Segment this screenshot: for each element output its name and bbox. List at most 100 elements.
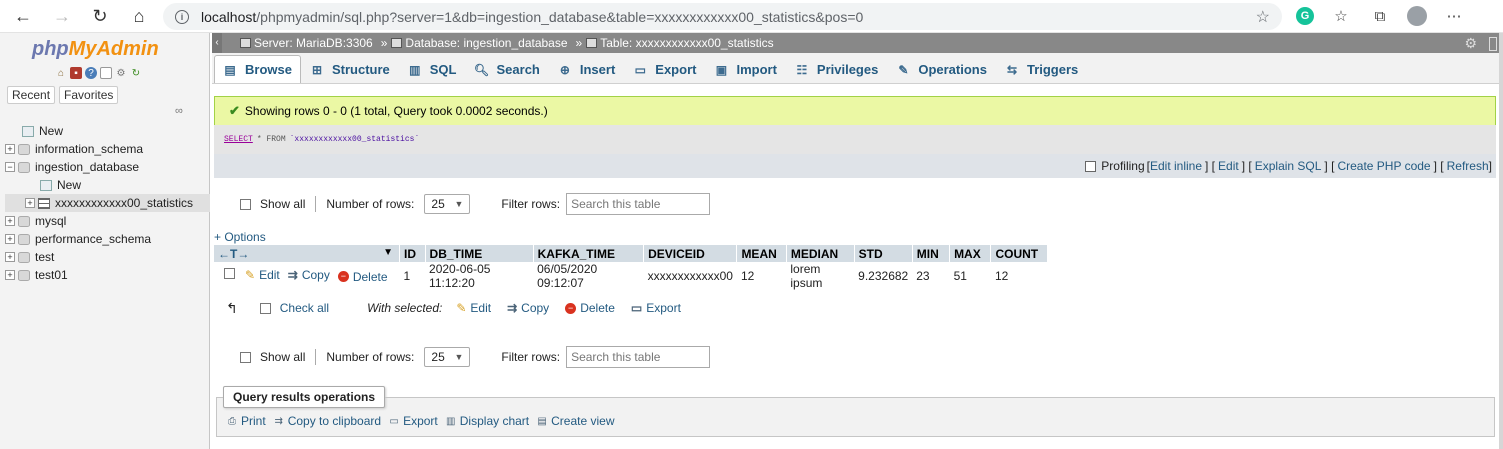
selected-copy-button[interactable]: ⇉ Copy — [507, 301, 549, 315]
tab-structure[interactable]: ⊞ Structure — [301, 55, 399, 83]
copy-to-clipboard-link[interactable]: ⇉ Copy to clipboard — [273, 414, 381, 428]
profiling-checkbox[interactable]: Profiling — [1085, 159, 1145, 173]
tree-item-mysql[interactable]: + mysql — [5, 212, 210, 230]
cell-mean[interactable]: 12 — [737, 262, 786, 290]
cell-deviceid[interactable]: xxxxxxxxxxxx00 — [644, 262, 737, 290]
cell-max[interactable]: 51 — [950, 262, 991, 290]
settings-icon[interactable]: ⚙ — [1464, 35, 1477, 52]
cell-db-time[interactable]: 2020-06-05 11:12:20 — [425, 262, 533, 290]
column-header-max[interactable]: MAX — [949, 245, 992, 262]
edit-inline-link[interactable]: Edit inline — [1150, 159, 1202, 173]
column-header-min[interactable]: MIN — [912, 245, 951, 262]
cell-median[interactable]: lorem ipsum — [786, 262, 854, 290]
selected-delete-button[interactable]: − Delete — [565, 301, 615, 315]
row-delete-button[interactable]: − Delete — [337, 270, 388, 284]
collections-icon[interactable]: ⧉ — [1368, 4, 1392, 28]
sql-query-box[interactable]: SELECT * FROM `xxxxxxxxxxxx00_statistics… — [214, 125, 1496, 154]
sort-menu-icon[interactable]: ▼ — [383, 247, 393, 258]
check-all-checkbox[interactable] — [259, 302, 271, 314]
tree-item-test01[interactable]: + test01 — [5, 266, 210, 284]
reload-icon[interactable]: ↻ — [87, 3, 113, 29]
column-header-deviceid[interactable]: DEVICEID — [643, 245, 738, 262]
column-header-std[interactable]: STD — [854, 245, 913, 262]
breadcrumb-server[interactable]: Server: MariaDB:3306 — [240, 36, 373, 50]
tree-item-performance-schema[interactable]: + performance_schema — [5, 230, 210, 248]
favorites-icon[interactable]: ☆ — [1329, 4, 1353, 28]
show-all-checkbox[interactable] — [240, 351, 251, 363]
cell-id[interactable]: 1 — [400, 262, 426, 290]
expand-icon[interactable]: + — [5, 270, 15, 280]
tab-triggers[interactable]: ⇆ Triggers — [996, 55, 1087, 83]
tree-item-ingestion-database[interactable]: − ingestion_database — [5, 158, 210, 176]
display-chart-link[interactable]: ▥ Display chart — [445, 414, 529, 428]
home-icon[interactable]: ⌂ — [55, 67, 67, 79]
link-with-main-icon[interactable]: ∞ — [175, 105, 183, 117]
options-link[interactable]: + Options — [214, 230, 266, 244]
column-header-kafka-time[interactable]: KAFKA_TIME — [533, 245, 645, 262]
phpmyadmin-logo[interactable]: phpMyAdmin — [32, 38, 159, 61]
show-all-checkbox[interactable] — [240, 198, 251, 210]
selected-edit-button[interactable]: ✎ Edit — [456, 301, 491, 315]
refresh-link[interactable]: Refresh — [1447, 159, 1489, 173]
forward-icon[interactable]: → — [49, 3, 75, 29]
tree-item-new[interactable]: New — [5, 122, 210, 140]
tree-item-statistics-table[interactable]: + xxxxxxxxxxxx00_statistics — [5, 194, 210, 212]
tab-recent[interactable]: Recent — [7, 86, 56, 104]
more-menu-icon[interactable]: ⋯ — [1442, 4, 1466, 28]
export-link[interactable]: ▭ Export — [388, 414, 437, 428]
cell-kafka-time[interactable]: 06/05/2020 09:12:07 — [533, 262, 643, 290]
edit-link[interactable]: Edit — [1218, 159, 1239, 173]
filter-rows-input[interactable]: Search this table — [566, 193, 711, 215]
help-icon[interactable]: ? — [85, 67, 97, 79]
breadcrumb-table[interactable]: Table: xxxxxxxxxxxx00_statistics — [586, 36, 774, 50]
print-link[interactable]: ⎙ Print — [226, 414, 266, 428]
back-icon[interactable]: ← — [10, 3, 36, 29]
tab-operations[interactable]: ✎ Operations — [887, 55, 996, 83]
column-header-id[interactable]: ID — [399, 245, 426, 262]
expand-icon[interactable]: + — [25, 198, 35, 208]
expand-icon[interactable]: + — [5, 252, 15, 262]
column-header-count[interactable]: COUNT — [990, 245, 1048, 262]
explain-sql-link[interactable]: Explain SQL — [1255, 159, 1322, 173]
tree-item-new-table[interactable]: New — [5, 176, 210, 194]
logout-icon[interactable]: ▪ — [70, 67, 82, 79]
column-arrows[interactable]: ←T→ — [218, 247, 249, 261]
page-settings-icon[interactable] — [1489, 37, 1497, 51]
row-copy-button[interactable]: ⇉ Copy — [288, 268, 330, 282]
cell-count[interactable]: 12 — [991, 262, 1048, 290]
filter-rows-input[interactable]: Search this table — [566, 346, 711, 368]
expand-icon[interactable]: + — [5, 234, 15, 244]
tab-insert[interactable]: ⊕ Insert — [549, 55, 624, 83]
tab-sql[interactable]: ▥ SQL — [399, 55, 466, 83]
star-icon[interactable]: ☆ — [1256, 7, 1270, 27]
create-view-link[interactable]: ▤ Create view — [536, 414, 614, 428]
collapse-icon[interactable]: − — [5, 162, 15, 172]
home-icon[interactable]: ⌂ — [126, 3, 152, 29]
check-all-link[interactable]: Check all — [280, 301, 329, 315]
info-icon[interactable]: i — [175, 9, 189, 24]
docs-icon[interactable] — [100, 67, 112, 79]
scrollbar[interactable] — [1499, 33, 1503, 449]
tree-item-information-schema[interactable]: + information_schema — [5, 140, 210, 158]
column-header-db-time[interactable]: DB_TIME — [425, 245, 534, 262]
collapse-nav-icon[interactable]: ‹ — [212, 33, 222, 53]
profile-avatar[interactable] — [1407, 6, 1427, 26]
column-header-mean[interactable]: MEAN — [736, 245, 787, 262]
create-php-code-link[interactable]: Create PHP code — [1337, 159, 1430, 173]
num-rows-select[interactable]: 25 ▼ — [424, 194, 471, 214]
reload-nav-icon[interactable]: ↻ — [130, 67, 142, 79]
expand-icon[interactable]: + — [5, 216, 15, 226]
tab-import[interactable]: ▣ Import — [705, 55, 785, 83]
selected-export-button[interactable]: ▭ Export — [631, 301, 681, 315]
tab-browse[interactable]: ▤ Browse — [214, 55, 301, 83]
expand-icon[interactable]: + — [5, 144, 15, 154]
tab-favorites[interactable]: Favorites — [59, 86, 119, 104]
breadcrumb-database[interactable]: Database: ingestion_database — [391, 36, 568, 50]
column-header-median[interactable]: MEDIAN — [786, 245, 855, 262]
row-edit-button[interactable]: ✎ Edit — [245, 268, 280, 282]
cell-std[interactable]: 9.232682 — [854, 262, 912, 290]
num-rows-select[interactable]: 25 ▼ — [424, 347, 471, 367]
address-bar[interactable]: i localhost/phpmyadmin/sql.php?server=1&… — [163, 3, 1282, 30]
cell-min[interactable]: 23 — [912, 262, 949, 290]
tab-search[interactable]: 🔍︎ Search — [466, 55, 549, 83]
